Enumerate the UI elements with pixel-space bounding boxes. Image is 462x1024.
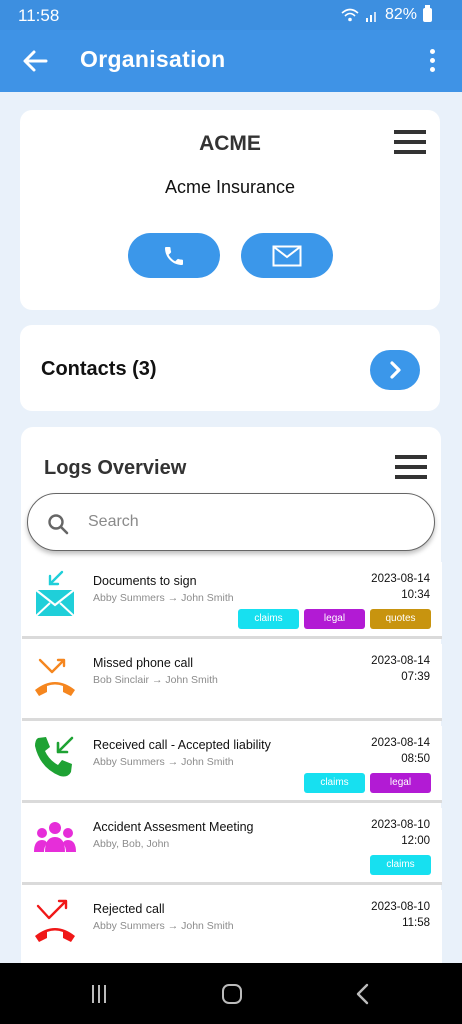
log-date: 2023-08-14 — [371, 737, 430, 749]
tag-legal[interactable]: legal — [304, 609, 365, 629]
email-incoming-icon — [35, 570, 75, 616]
log-title: Received call - Accepted liability — [93, 738, 271, 752]
log-title: Accident Assesment Meeting — [93, 820, 254, 834]
mail-icon — [272, 245, 302, 266]
dot-icon — [429, 49, 435, 54]
log-participants: Abby Summers → John Smith — [93, 756, 234, 768]
search-placeholder: Search — [88, 513, 139, 530]
tag-claims[interactable]: claims — [304, 773, 365, 793]
status-icons: 82% — [341, 5, 432, 24]
tag-row: claims legal quotes — [238, 609, 431, 629]
search-input[interactable]: Search — [27, 493, 435, 551]
page-title: Organisation — [80, 46, 226, 72]
list-item[interactable]: Accident Assesment Meeting Abby, Bob, Jo… — [22, 808, 442, 885]
log-participants: Abby Summers → John Smith — [93, 592, 234, 604]
log-participants: Abby, Bob, John — [93, 838, 170, 850]
list-item[interactable]: Missed phone call Bob Sinclair → John Sm… — [22, 644, 442, 721]
log-title: Missed phone call — [93, 656, 194, 670]
log-date: 2023-08-10 — [371, 901, 430, 913]
back-button[interactable] — [20, 46, 52, 76]
phone-icon — [165, 246, 183, 265]
chevron-right-icon — [390, 361, 401, 379]
log-date: 2023-08-14 — [371, 573, 430, 585]
logs-menu-button[interactable] — [395, 455, 427, 481]
log-date: 2023-08-10 — [371, 819, 430, 831]
log-list: Documents to sign Abby Summers → John Sm… — [22, 562, 442, 972]
status-bar: 11:58 82% — [0, 0, 462, 30]
dot-icon — [429, 58, 435, 63]
list-item[interactable]: Rejected call Abby Summers → John Smith … — [22, 890, 442, 967]
status-time: 11:58 — [18, 6, 60, 25]
log-time: 11:58 — [402, 917, 430, 929]
log-time: 12:00 — [401, 835, 430, 847]
arrow-left-icon — [23, 50, 48, 72]
more-options-button[interactable] — [422, 46, 442, 76]
tag-legal[interactable]: legal — [370, 773, 431, 793]
logs-title: Logs Overview — [44, 457, 187, 479]
contacts-card[interactable]: Contacts (3) — [20, 325, 440, 411]
log-title: Documents to sign — [93, 574, 197, 588]
log-participants: Bob Sinclair → John Smith — [93, 674, 218, 686]
battery-percent: 82% — [384, 6, 417, 23]
contacts-label: Contacts (3) — [41, 358, 157, 380]
search-icon — [48, 514, 69, 535]
app-bar: Organisation — [0, 30, 462, 92]
dot-icon — [429, 67, 435, 72]
missed-call-icon — [35, 658, 75, 696]
chevron-left-icon — [356, 983, 369, 1005]
log-date: 2023-08-14 — [371, 655, 430, 667]
organisation-card: ACME Acme Insurance — [20, 110, 440, 310]
tag-claims[interactable]: claims — [238, 609, 299, 629]
battery-icon — [423, 5, 432, 22]
home-button[interactable] — [222, 984, 242, 1004]
tag-row: claims legal — [304, 773, 431, 793]
org-code: ACME — [199, 132, 261, 155]
call-button[interactable] — [128, 233, 220, 278]
org-menu-button[interactable] — [394, 130, 426, 156]
email-button[interactable] — [241, 233, 333, 278]
tag-claims[interactable]: claims — [370, 855, 431, 875]
contacts-open-button[interactable] — [370, 350, 420, 390]
meeting-group-icon — [34, 822, 76, 852]
tag-quotes[interactable]: quotes — [370, 609, 431, 629]
recent-apps-button[interactable] — [92, 985, 112, 1003]
list-item[interactable]: Received call - Accepted liability Abby … — [22, 726, 442, 803]
log-time: 10:34 — [401, 589, 430, 601]
log-time: 07:39 — [401, 671, 430, 683]
signal-icon — [365, 12, 376, 22]
log-title: Rejected call — [93, 902, 165, 916]
system-back-button[interactable] — [354, 983, 372, 1005]
system-nav-bar — [0, 963, 462, 1024]
received-call-icon — [35, 736, 74, 777]
tag-row: claims — [370, 855, 431, 875]
org-name: Acme Insurance — [164, 177, 296, 197]
log-time: 08:50 — [401, 753, 430, 765]
log-participants: Abby Summers → John Smith — [93, 920, 234, 932]
rejected-call-icon — [35, 899, 75, 942]
list-item[interactable]: Documents to sign Abby Summers → John Sm… — [22, 562, 442, 639]
wifi-icon — [341, 8, 359, 22]
